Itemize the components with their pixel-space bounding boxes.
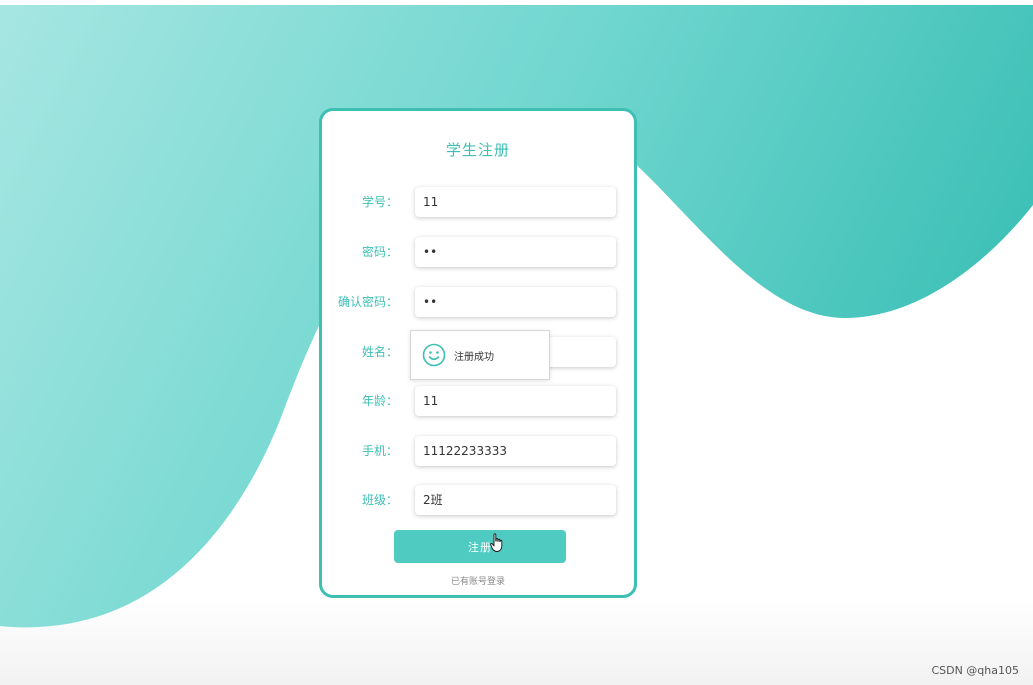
phone-input[interactable] xyxy=(415,436,616,466)
confirm-password-label: 确认密码： xyxy=(337,295,398,309)
class-label: 班级： xyxy=(361,493,398,507)
hand-cursor-icon xyxy=(490,533,503,552)
toast-message: 注册成功 xyxy=(454,351,494,363)
watermark: CSDN @qha105 xyxy=(931,664,1019,677)
page-title: 学生注册 xyxy=(445,141,510,159)
password-input[interactable] xyxy=(415,237,616,267)
confirm-password-input[interactable] xyxy=(415,287,616,317)
phone-label: 手机： xyxy=(361,444,398,458)
student-id-label: 学号： xyxy=(361,195,398,209)
register-button[interactable]: 注册 xyxy=(394,530,566,563)
student-id-input[interactable] xyxy=(415,187,616,217)
class-input[interactable] xyxy=(415,485,616,515)
success-toast: 注册成功 xyxy=(410,330,550,380)
name-label: 姓名： xyxy=(361,345,398,359)
password-label: 密码： xyxy=(361,245,398,259)
login-link[interactable]: 已有账号登录 xyxy=(322,574,634,587)
smile-icon xyxy=(422,343,446,367)
age-label: 年龄： xyxy=(361,394,398,408)
age-input[interactable] xyxy=(415,386,616,416)
